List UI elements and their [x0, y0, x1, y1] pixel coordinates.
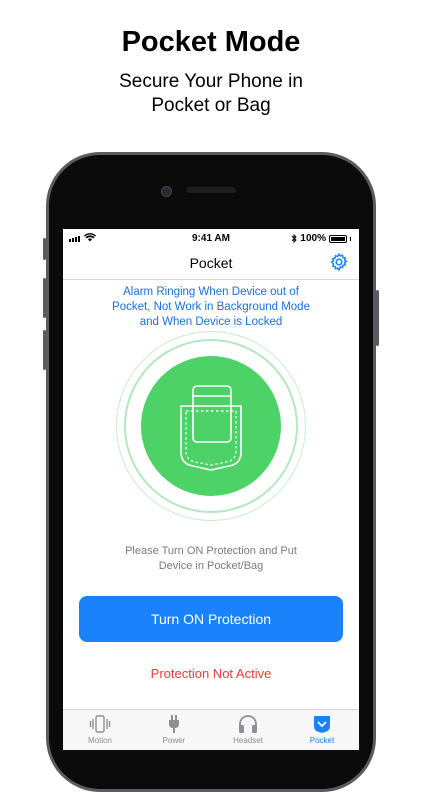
- notice-line3: and When Device is Locked: [139, 316, 283, 328]
- notice-line1: Alarm Ringing When Device out of: [123, 286, 299, 298]
- tab-motion-label: Motion: [87, 736, 112, 745]
- settings-gear-icon[interactable]: [329, 252, 349, 272]
- promo-subhead-line1: Secure Your Phone in: [119, 71, 303, 92]
- tab-pocket[interactable]: Pocket: [285, 710, 359, 750]
- nav-title: Pocket: [189, 255, 233, 271]
- battery-percent: 100%: [300, 233, 326, 244]
- promo-subhead-line2: Pocket or Bag: [151, 95, 271, 116]
- bluetooth-icon: [292, 234, 298, 243]
- phone-mute-switch: [43, 238, 46, 260]
- phone-volume-down: [43, 330, 46, 370]
- warning-notice: Alarm Ringing When Device out of Pocket,…: [83, 285, 339, 330]
- tab-pocket-label: Pocket: [309, 736, 335, 745]
- front-camera: [161, 186, 172, 197]
- instruction-text: Please Turn ON Protection and Put Device…: [83, 544, 339, 574]
- phone-volume-up: [43, 278, 46, 318]
- instruction-line1: Please Turn ON Protection and Put: [125, 545, 297, 557]
- phone-in-pocket-icon: [180, 385, 242, 471]
- app-screen: 9:41 AM 100% Pocket Alarm Ringing When D…: [63, 229, 359, 750]
- earpiece-speaker: [186, 187, 236, 193]
- navigation-bar: Pocket: [63, 247, 359, 280]
- battery-tip: [350, 236, 351, 241]
- tab-power-label: Power: [162, 736, 186, 745]
- status-bar: 9:41 AM 100%: [63, 229, 359, 247]
- tab-headset-label: Headset: [233, 736, 263, 745]
- plug-icon: [169, 715, 179, 733]
- promo-headline: Pocket Mode: [121, 26, 301, 58]
- vibrate-phone-icon: [89, 715, 111, 733]
- tab-motion[interactable]: Motion: [63, 710, 137, 750]
- battery-icon: [329, 234, 347, 243]
- turn-on-protection-button[interactable]: Turn ON Protection: [79, 596, 343, 642]
- pocket-toggle-circle[interactable]: [141, 356, 281, 496]
- headphones-icon: [239, 715, 257, 733]
- tab-power[interactable]: Power: [137, 710, 211, 750]
- instruction-line2: Device in Pocket/Bag: [158, 560, 264, 572]
- pocket-indicator: [116, 331, 306, 521]
- tab-headset[interactable]: Headset: [211, 710, 285, 750]
- status-right: 100%: [291, 233, 351, 244]
- notice-line2: Pocket, Not Work in Background Mode: [112, 301, 310, 313]
- tab-bar: Motion Power Headset Pocket: [63, 709, 359, 750]
- protection-status: Protection Not Active: [150, 666, 272, 681]
- phone-power-button: [376, 290, 379, 346]
- promo-subhead: Secure Your Phone in Pocket or Bag: [0, 70, 422, 118]
- pocket-icon: [314, 716, 330, 733]
